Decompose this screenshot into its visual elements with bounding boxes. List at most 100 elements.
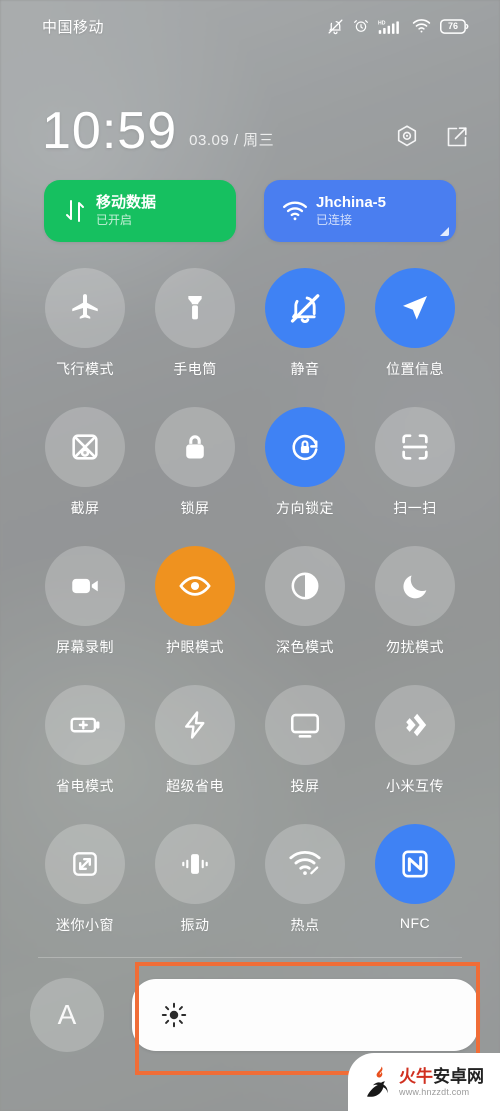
lock-icon [186, 435, 204, 459]
mobile-data-icon [58, 198, 92, 224]
toggle-circle[interactable] [45, 824, 125, 904]
toggle-rotation-lock[interactable]: 方向锁定 [250, 407, 360, 546]
toggle-row: 省电模式 超级省电 投屏 小米互传 [30, 685, 470, 824]
settings-gear-icon[interactable] [394, 124, 420, 150]
toggle-circle[interactable] [45, 268, 125, 348]
toggle-screenshot[interactable]: 截屏 [30, 407, 140, 546]
status-bar: 中国移动 HD 76 [0, 0, 500, 52]
toggle-circle[interactable] [265, 407, 345, 487]
toggle-vibrate[interactable]: 振动 [140, 824, 250, 963]
watermark-logo-icon [367, 1066, 388, 1097]
watermark-title: 火牛安卓网 [399, 1068, 484, 1085]
clock-date: 03.09 / 周三 [189, 132, 275, 149]
toggle-circle[interactable] [155, 824, 235, 904]
toggle-circle[interactable] [155, 268, 235, 348]
toggle-hotspot[interactable]: 热点 [250, 824, 360, 963]
toggle-circle[interactable] [45, 407, 125, 487]
toggle-eye-comfort[interactable]: 护眼模式 [140, 546, 250, 685]
toggle-circle[interactable] [155, 407, 235, 487]
toggle-label: 扫一扫 [393, 500, 437, 516]
edit-icon[interactable] [444, 124, 470, 150]
toggle-label: 投屏 [290, 778, 320, 794]
toggle-cast-screen[interactable]: 投屏 [250, 685, 360, 824]
toggle-lock-screen[interactable]: 锁屏 [140, 407, 250, 546]
vibrate-icon [182, 854, 208, 874]
video-record-icon [72, 578, 98, 594]
auto-brightness-button[interactable]: A [30, 978, 104, 1052]
toggle-label: 护眼模式 [166, 639, 224, 655]
moon-icon [403, 575, 427, 599]
toggle-label: 手电筒 [173, 361, 217, 377]
toggle-screen-record[interactable]: 屏幕录制 [30, 546, 140, 685]
toggle-label: NFC [399, 915, 431, 931]
battery-level-label: 76 [447, 21, 458, 31]
toggle-do-not-disturb[interactable]: 勿扰模式 [360, 546, 470, 685]
toggle-circle[interactable] [265, 268, 345, 348]
mobile-data-title: 移动数据 [96, 194, 157, 211]
flashlight-icon [188, 296, 202, 320]
cast-screen-icon [290, 713, 320, 738]
toggle-circle[interactable] [155, 685, 235, 765]
toggle-circle[interactable] [265, 824, 345, 904]
toggle-label: 省电模式 [56, 778, 114, 794]
toggle-row: 迷你小窗 振动 热点 NFC [30, 824, 470, 963]
toggle-row: 飞行模式 手电筒 静音 位置信息 [30, 268, 470, 407]
sun-icon [161, 1002, 187, 1028]
airplane-icon [72, 294, 98, 319]
contrast-icon [291, 572, 319, 600]
brightness-row: A [30, 978, 478, 1052]
bell-mute-icon [328, 18, 343, 34]
wifi-card[interactable]: Jhchina-5 已连接 [264, 180, 456, 242]
toggle-nfc[interactable]: NFC [360, 824, 470, 963]
rotation-lock-icon [292, 434, 318, 461]
toggle-silent-mode[interactable]: 静音 [250, 268, 360, 407]
toggle-scan[interactable]: 扫一扫 [360, 407, 470, 546]
toggle-circle[interactable] [375, 824, 455, 904]
toggle-circle[interactable] [375, 268, 455, 348]
nfc-icon [402, 850, 428, 878]
toggle-location[interactable]: 位置信息 [360, 268, 470, 407]
mini-window-icon [73, 852, 97, 876]
clock-actions [394, 124, 470, 150]
section-divider [38, 957, 462, 958]
auto-brightness-label: A [57, 999, 77, 1030]
scan-icon [402, 434, 428, 460]
mobile-data-card[interactable]: 移动数据 已开启 [44, 180, 236, 242]
toggle-circle[interactable] [265, 546, 345, 626]
hd-signal-icon: HD [378, 20, 399, 34]
toggle-label: 方向锁定 [276, 500, 334, 516]
brightness-slider[interactable] [132, 979, 478, 1051]
toggle-circle[interactable] [45, 546, 125, 626]
battery-saver-icon [70, 717, 100, 733]
toggle-dark-mode[interactable]: 深色模式 [250, 546, 360, 685]
wifi-expand-arrow-icon[interactable] [440, 227, 449, 236]
mobile-data-subtitle: 已开启 [96, 213, 133, 227]
toggle-circle[interactable] [375, 685, 455, 765]
toggle-circle[interactable] [375, 546, 455, 626]
toggle-circle[interactable] [265, 685, 345, 765]
toggle-battery-saver[interactable]: 省电模式 [30, 685, 140, 824]
clock-row: 10:59 03.09 / 周三 [42, 105, 470, 157]
location-icon [403, 296, 427, 320]
toggle-row: 屏幕录制 护眼模式 深色模式 勿扰模式 [30, 546, 470, 685]
toggle-label: 锁屏 [180, 500, 210, 516]
wifi-icon [412, 19, 431, 33]
watermark-name-red: 火牛 [399, 1066, 433, 1086]
toggle-label: 小米互传 [386, 778, 444, 794]
toggle-mi-share[interactable]: 小米互传 [360, 685, 470, 824]
bell-mute-icon [290, 294, 320, 323]
screenshot-icon [72, 434, 98, 460]
quick-settings-grid: 飞行模式 手电筒 静音 位置信息 截屏 锁屏 方向锁定 扫一扫 屏幕录制 护眼模… [30, 268, 470, 963]
toggle-label: 屏幕录制 [56, 639, 114, 655]
wifi-text: Jhchina-5 已连接 [316, 194, 386, 228]
toggle-mini-window[interactable]: 迷你小窗 [30, 824, 140, 963]
toggle-label: 位置信息 [386, 361, 444, 377]
connectivity-cards: 移动数据 已开启 Jhchina-5 已连接 [44, 180, 456, 242]
toggle-circle[interactable] [155, 546, 235, 626]
toggle-row: 截屏 锁屏 方向锁定 扫一扫 [30, 407, 470, 546]
toggle-circle[interactable] [375, 407, 455, 487]
toggle-circle[interactable] [45, 685, 125, 765]
toggle-airplane-mode[interactable]: 飞行模式 [30, 268, 140, 407]
toggle-ultra-battery-saver[interactable]: 超级省电 [140, 685, 250, 824]
toggle-flashlight[interactable]: 手电筒 [140, 268, 250, 407]
